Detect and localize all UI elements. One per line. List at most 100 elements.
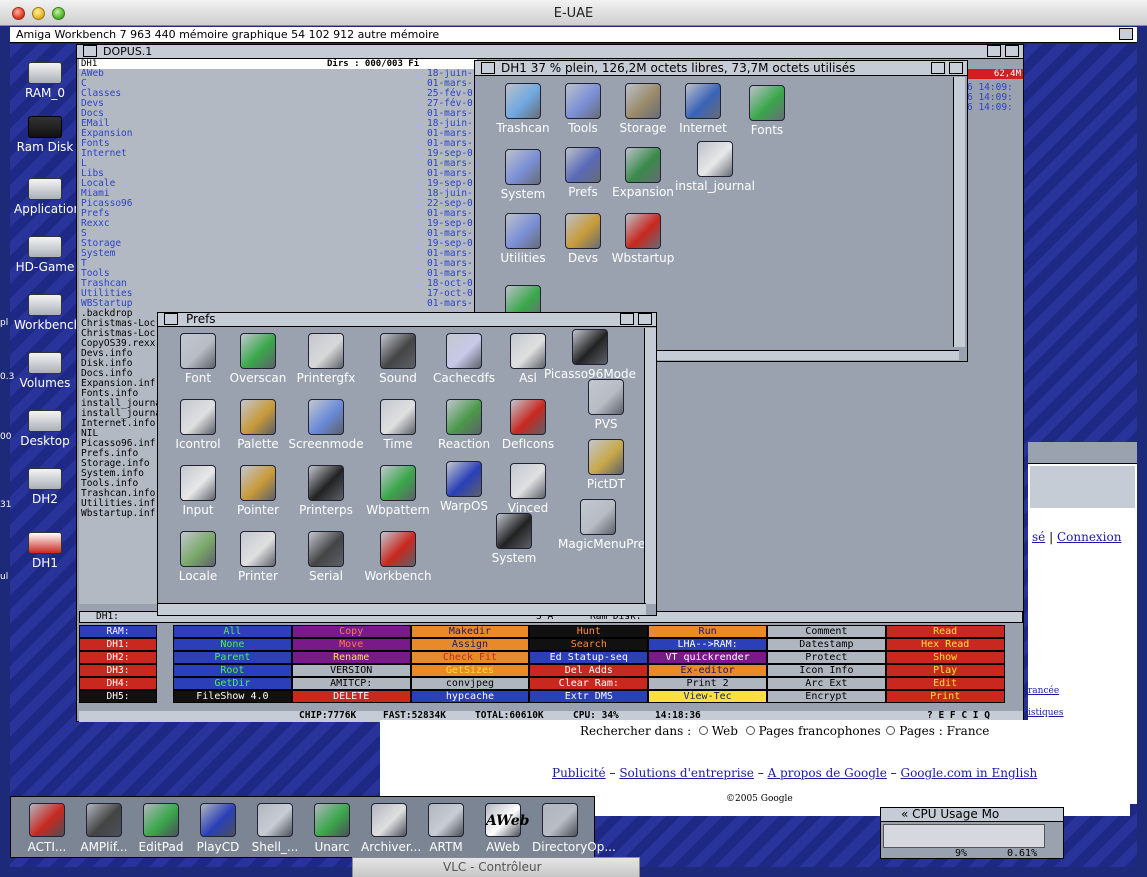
dopus-button[interactable]: Datestamp — [766, 638, 886, 651]
lister-dir-row[interactable]: System 01-mars- — [79, 249, 477, 259]
francee-link[interactable]: rancée — [1028, 686, 1059, 696]
dopus-button[interactable]: Copy — [291, 625, 411, 638]
dopus-button[interactable]: Arc Ext — [766, 677, 886, 690]
dock-item[interactable]: ACTI... — [19, 803, 75, 854]
top-link-tail[interactable]: sé — [1032, 530, 1045, 544]
device-button[interactable]: DH4: — [79, 677, 157, 690]
dopus-button[interactable]: VERSION — [291, 664, 411, 677]
lister-dir-row[interactable]: EMail 18-juin- — [79, 119, 477, 129]
lister-dir-row[interactable]: S 01-mars- — [79, 229, 477, 239]
vertical-scrollbar[interactable] — [644, 328, 656, 604]
dopus-button[interactable]: Parent — [173, 651, 292, 664]
close-gadget-icon[interactable] — [83, 45, 97, 57]
horizontal-scrollbar[interactable] — [158, 603, 646, 615]
desktop-icon-workbench[interactable]: Workbench — [14, 294, 81, 332]
zoom-gadget-icon[interactable] — [620, 313, 634, 325]
dh1-icon[interactable]: Wbstartup — [603, 213, 683, 265]
dock-item[interactable]: AMPlif... — [76, 803, 132, 854]
dopus-button[interactable]: None — [173, 638, 292, 651]
vertical-scrollbar[interactable] — [953, 77, 965, 347]
lister-dir-row[interactable]: C 01-mars- — [79, 79, 477, 89]
dh1-icon[interactable]: instal_journal — [675, 141, 755, 193]
lister-dir-row[interactable]: Utilities 17-oct-0 — [79, 289, 477, 299]
dopus-button[interactable]: Root — [173, 664, 292, 677]
browser-titlebar[interactable] — [1028, 442, 1137, 464]
dopus-titlebar[interactable]: DOPUS.1 — [77, 45, 1023, 59]
lister-dir-row[interactable]: Locale 19-sep-0 — [79, 179, 477, 189]
publicite-link[interactable]: Publicité — [552, 766, 606, 780]
dopus-button[interactable]: FileShow 4.0 — [173, 690, 292, 703]
dopus-button[interactable]: AMITCP: — [291, 677, 411, 690]
path-left-field[interactable]: DH1: — [96, 612, 119, 622]
dh1-icon[interactable]: Fonts — [727, 85, 807, 137]
dopus-button[interactable]: DELETE — [291, 690, 411, 703]
dock-item[interactable]: DirectoryOp... — [532, 803, 616, 854]
dopus-button[interactable]: Play — [885, 664, 1005, 677]
google-english-link[interactable]: Google.com in English — [900, 766, 1037, 780]
browser-toolbar[interactable] — [1030, 466, 1135, 508]
prefs-icon[interactable]: Serial — [286, 531, 366, 583]
dopus-button[interactable]: Show — [885, 651, 1005, 664]
dopus-button[interactable]: GetSizes — [410, 664, 530, 677]
dopus-button[interactable]: Print — [885, 690, 1005, 703]
lister-dir-row[interactable]: Docs 01-mars- — [79, 109, 477, 119]
prefs-window[interactable]: Prefs Font Overscan Printergfx Sound Cachecd… — [157, 312, 657, 616]
prefs-titlebar[interactable]: Prefs — [158, 313, 656, 327]
prefs-icon[interactable]: Workbench — [358, 531, 438, 583]
lister-dir-row[interactable]: Expansion 01-mars- — [79, 129, 477, 139]
dock-item[interactable]: ARTM — [418, 803, 474, 854]
zoom-gadget-icon[interactable] — [931, 62, 945, 74]
dopus-button[interactable]: Check Fit — [410, 651, 530, 664]
dopus-button[interactable]: hypcache — [410, 690, 530, 703]
about-google-link[interactable]: A propos de Google — [768, 766, 887, 780]
close-gadget-icon[interactable] — [164, 313, 178, 325]
desktop-icon-ram0[interactable]: RAM_0 — [14, 62, 76, 100]
dock-item[interactable]: Shell_... — [247, 803, 303, 854]
dopus-button[interactable]: Ex-editor — [648, 664, 767, 677]
depth-gadget-icon[interactable] — [638, 313, 652, 325]
depth-gadget-icon[interactable] — [949, 62, 963, 74]
desktop-icon-hd-game[interactable]: HD-Game — [14, 236, 76, 274]
dock-item[interactable]: PlayCD — [190, 803, 246, 854]
desktop-icon-ram-disk[interactable]: Ram Disk — [14, 116, 76, 154]
dh1-titlebar[interactable]: DH1 37 % plein, 126,2M octets libres, 73… — [475, 61, 967, 76]
dopus-button[interactable]: convjpeg — [410, 677, 530, 690]
desktop-icon-volumes[interactable]: Volumes — [14, 352, 76, 390]
dopus-button[interactable]: All — [173, 625, 292, 638]
depth-gadget-icon[interactable] — [1005, 45, 1019, 57]
depth-gadget-icon[interactable] — [1119, 28, 1133, 40]
radio-fr[interactable] — [745, 726, 755, 735]
lister-dir-row[interactable]: Miami 18-juin- — [79, 189, 477, 199]
dopus-button[interactable]: LHA-->RAM: — [648, 638, 767, 651]
dopus-button[interactable]: Del Adds — [529, 664, 649, 677]
dopus-button[interactable]: Read — [885, 625, 1005, 638]
close-gadget-icon[interactable] — [481, 62, 495, 74]
device-button[interactable]: RAM: — [79, 625, 157, 638]
lister-right-row[interactable]: 6 14:09: — [967, 103, 1023, 113]
dock-item[interactable]: Unarc — [304, 803, 360, 854]
lister-dir-row[interactable]: Rexxc 19-sep-0 — [79, 219, 477, 229]
device-button[interactable]: DH1: — [79, 638, 157, 651]
lister-dir-row[interactable]: Tools 01-mars- — [79, 269, 477, 279]
lister-dir-row[interactable]: Picasso96 22-sep-0 — [79, 199, 477, 209]
radio-web[interactable] — [698, 726, 708, 735]
lister-dir-row[interactable]: Devs 27-fév-0 — [79, 99, 477, 109]
prefs-icon[interactable]: Vinced — [488, 463, 568, 515]
lister-dir-row[interactable]: Fonts 01-mars- — [79, 139, 477, 149]
solutions-link[interactable]: Solutions d'entreprise — [619, 766, 754, 780]
dopus-button[interactable]: View-Tec — [648, 690, 767, 703]
lister-dir-row[interactable]: AWeb 18-juin- — [79, 69, 477, 79]
desktop-icon-dh2[interactable]: DH2 — [14, 468, 76, 506]
lister-dir-row[interactable]: Trashcan 18-oct-0 — [79, 279, 477, 289]
dopus-button[interactable]: Protect — [766, 651, 886, 664]
device-button[interactable]: DH5: — [79, 690, 157, 703]
dock-item[interactable]: AWeb AWeb — [475, 803, 531, 854]
prefs-icon[interactable]: Picasso96Mode — [542, 329, 638, 381]
device-button[interactable]: DH3: — [79, 664, 157, 677]
device-button[interactable]: DH2: — [79, 651, 157, 664]
dopus-button[interactable]: Print 2 — [648, 677, 767, 690]
dopus-button[interactable]: VT quickrender — [648, 651, 767, 664]
lister-dir-row[interactable]: Internet 19-sep-0 — [79, 149, 477, 159]
dopus-button[interactable]: Encrypt — [766, 690, 886, 703]
dopus-button[interactable]: Extr DMS — [529, 690, 649, 703]
